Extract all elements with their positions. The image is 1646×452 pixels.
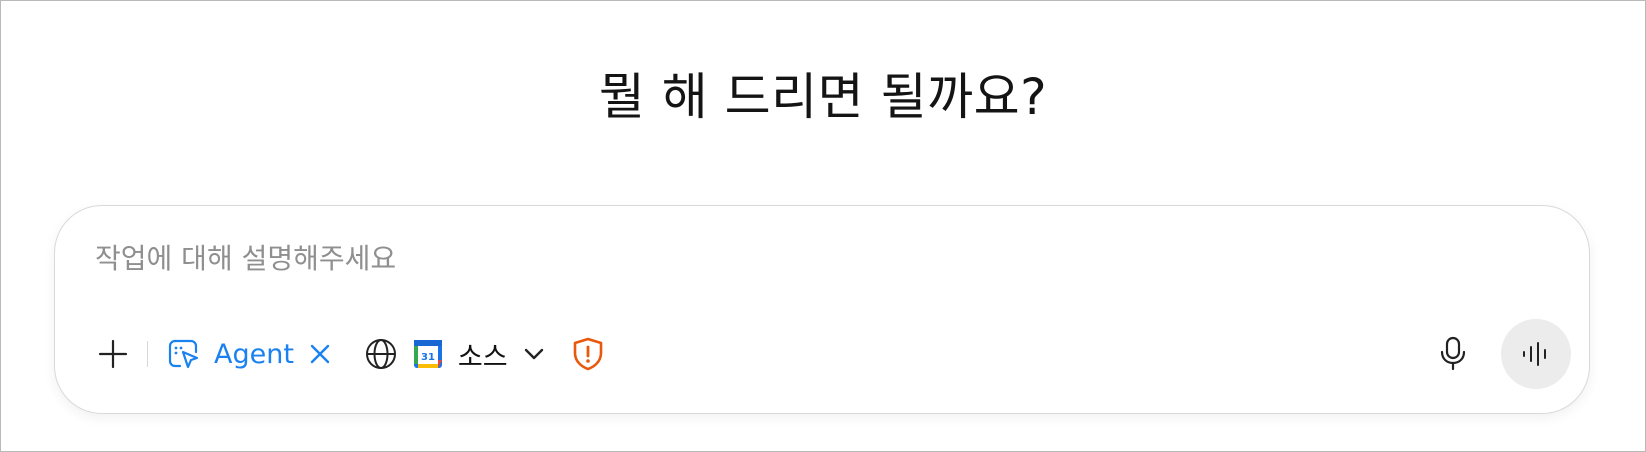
- globe-icon: [364, 337, 398, 371]
- voice-waveform-icon: [1523, 342, 1546, 366]
- shield-alert-button[interactable]: [572, 337, 604, 371]
- agent-chip-label: Agent: [214, 338, 294, 370]
- add-button[interactable]: [91, 332, 135, 376]
- microphone-button[interactable]: [1433, 332, 1473, 376]
- agent-remove-button[interactable]: [306, 340, 334, 368]
- chevron-down-icon: [522, 342, 546, 366]
- page-title: 뭘 해 드리면 될까요?: [598, 68, 1048, 126]
- sources-selector[interactable]: 31 소스: [364, 332, 546, 376]
- shield-alert-icon: [573, 337, 602, 371]
- prompt-input[interactable]: [95, 236, 1395, 280]
- microphone-icon: [1440, 336, 1466, 371]
- agent-mode-chip[interactable]: Agent: [166, 332, 334, 376]
- toolbar-divider: [147, 341, 148, 367]
- app-window: 뭘 해 드리면 될까요? 작업에 대해 설명해주세요 Agent 31 소스: [0, 0, 1646, 452]
- close-icon: [310, 344, 330, 364]
- agent-cursor-icon: [166, 336, 202, 372]
- google-calendar-icon: 31: [413, 340, 442, 368]
- voice-mode-button[interactable]: [1501, 319, 1571, 389]
- prompt-composer[interactable]: Agent: [54, 205, 1590, 414]
- composer-toolbar: Agent 31 소스: [91, 318, 1571, 390]
- sources-label: 소스: [457, 341, 508, 373]
- calendar-day-text: 31: [421, 352, 435, 363]
- plus-icon: [98, 339, 128, 369]
